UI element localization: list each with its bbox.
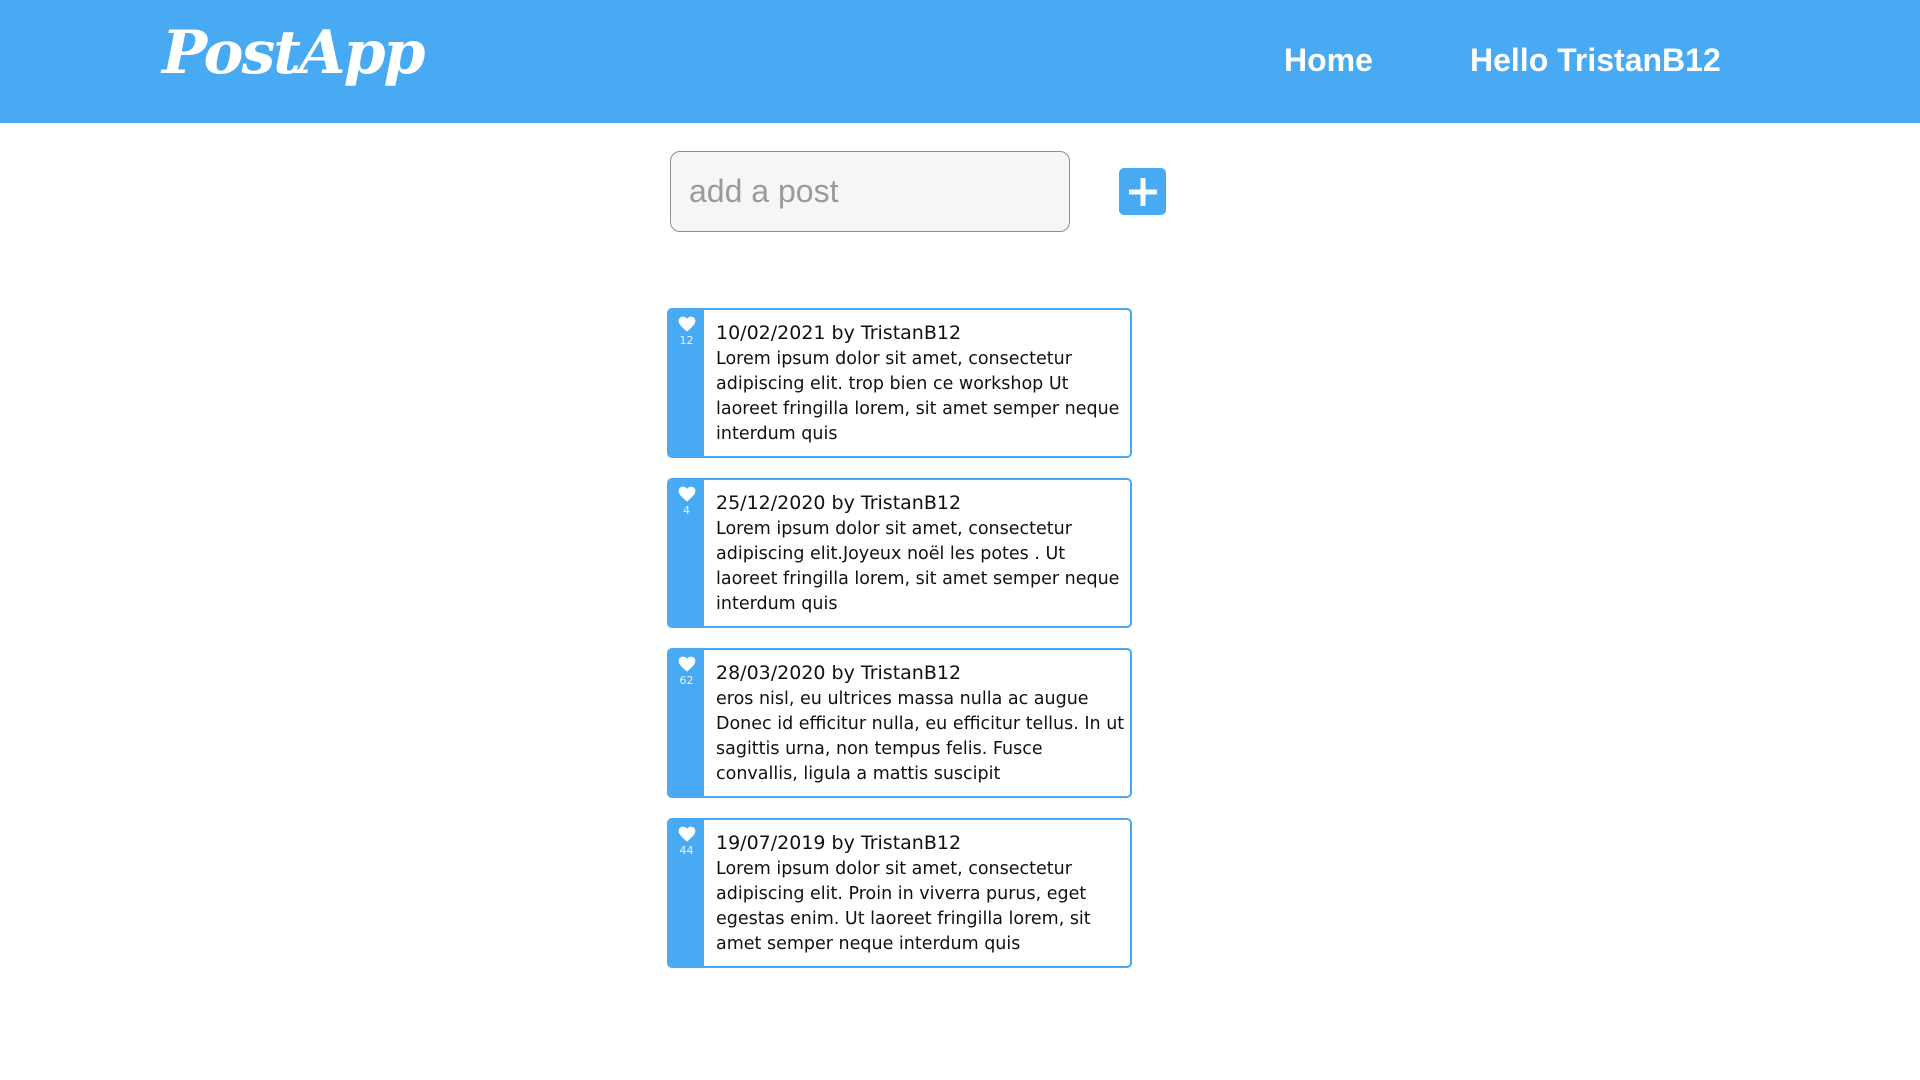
app-logo[interactable]: PostApp [162,18,425,88]
post-header: 19/07/2019 by TristanB12 [716,832,962,854]
navbar: PostApp Home Hello TristanB12 [0,0,1920,123]
add-post-input[interactable] [670,151,1070,232]
post-text: Lorem ipsum dolor sit amet, consectetur … [716,519,1120,614]
post-card: 62 28/03/2020 by TristanB12 eros nisl, e… [667,648,1132,798]
post-body: 10/02/2021 by TristanB12 Lorem ipsum dol… [716,320,1126,447]
like-count: 44 [679,844,694,857]
add-post-button[interactable] [1119,168,1166,215]
heart-icon [678,656,695,672]
heart-icon [678,486,695,502]
post-card: 12 10/02/2021 by TristanB12 Lorem ipsum … [667,308,1132,458]
post-text: eros nisl, eu ultrices massa nulla ac au… [716,689,1125,784]
like-button[interactable]: 4 [669,480,704,626]
post-feed: 12 10/02/2021 by TristanB12 Lorem ipsum … [667,308,1133,988]
nav-home-link[interactable]: Home [1284,42,1373,79]
like-button[interactable]: 62 [669,650,704,796]
like-count: 4 [683,504,690,517]
like-count: 62 [679,674,694,687]
post-body: 28/03/2020 by TristanB12 eros nisl, eu u… [716,660,1126,787]
post-body: 25/12/2020 by TristanB12 Lorem ipsum dol… [716,490,1126,617]
heart-icon [678,826,695,842]
like-button[interactable]: 12 [669,310,704,456]
post-header: 10/02/2021 by TristanB12 [716,322,962,344]
plus-icon [1128,177,1157,206]
nav-user-greeting[interactable]: Hello TristanB12 [1470,42,1721,79]
heart-icon [678,316,695,332]
post-card: 4 25/12/2020 by TristanB12 Lorem ipsum d… [667,478,1132,628]
like-count: 12 [679,334,694,347]
post-body: 19/07/2019 by TristanB12 Lorem ipsum dol… [716,830,1126,957]
post-card: 44 19/07/2019 by TristanB12 Lorem ipsum … [667,818,1132,968]
post-header: 25/12/2020 by TristanB12 [716,492,962,514]
post-text: Lorem ipsum dolor sit amet, consectetur … [716,859,1091,954]
post-text: Lorem ipsum dolor sit amet, consectetur … [716,349,1120,444]
like-button[interactable]: 44 [669,820,704,966]
post-header: 28/03/2020 by TristanB12 [716,662,962,684]
